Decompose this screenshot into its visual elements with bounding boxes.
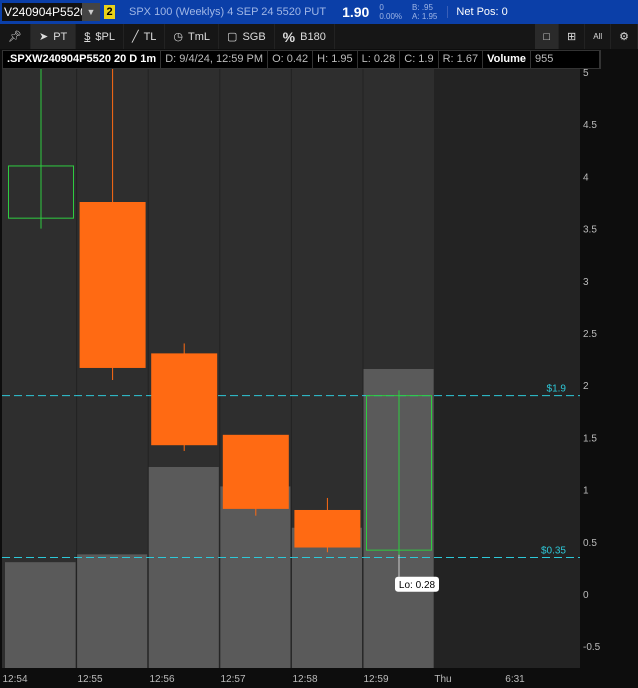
y-tick-label: 0.5 [583,538,597,549]
y-tick-label: 1 [583,486,589,497]
x-tick-label: 12:59 [363,674,388,685]
price-level-label: $0.35 [541,545,566,556]
chart-title: .SPXW240904P5520 20 D 1m [3,51,162,68]
info-open: O: 0.42 [268,51,314,68]
price-axis [580,68,638,688]
y-tick-label: 0 [583,590,589,601]
volume-bar [219,486,291,668]
x-tick-label: 12:58 [292,674,317,685]
y-tick-label: 4.5 [583,120,597,131]
info-date: D: 9/4/24, 12:59 PM [161,51,269,68]
y-tick-label: 4 [583,172,589,183]
y-tick-label: 1.5 [583,433,597,444]
y-tick-label: 2.5 [583,329,597,340]
y-tick-label: 3.5 [583,225,597,236]
candle-body [222,434,289,509]
price-level-label: $1.9 [547,384,567,395]
info-range: R: 1.67 [439,51,484,68]
info-volume-label: Volume [483,51,531,68]
volume-bar [363,369,434,668]
low-annotation: Lo: 0.28 [399,580,436,591]
info-volume: 955 [531,51,600,68]
x-tick-label: 12:55 [77,674,102,685]
x-tick-label: 12:57 [220,674,245,685]
info-low: L: 0.28 [358,51,401,68]
x-tick-label: 6:31 [505,674,525,685]
info-close: C: 1.9 [400,51,439,68]
future-area [434,68,580,668]
volume-bar [148,466,219,668]
candle-body [79,202,146,368]
x-tick-label: 12:54 [2,674,27,685]
info-high: H: 1.95 [313,51,358,68]
volume-bar [291,527,362,668]
price-chart[interactable]: $1.9 $0.35 Lo: 0.28 5 4.5 4 3.5 3 2.5 2 1.5 1 0.5 0 -0… [0,0,638,688]
y-tick-label: -0.5 [583,642,601,653]
candle-body [294,509,361,548]
y-tick-label: 2 [583,381,589,392]
y-tick-label: 3 [583,277,589,288]
x-tick-label: 12:56 [149,674,174,685]
candle-body [151,353,218,446]
volume-bar [76,554,148,668]
volume-bar [5,562,76,668]
chart-info-bar: .SPXW240904P5520 20 D 1m D: 9/4/24, 12:5… [2,50,601,69]
y-tick-label: 5 [583,68,589,79]
x-tick-label: Thu [434,674,451,685]
